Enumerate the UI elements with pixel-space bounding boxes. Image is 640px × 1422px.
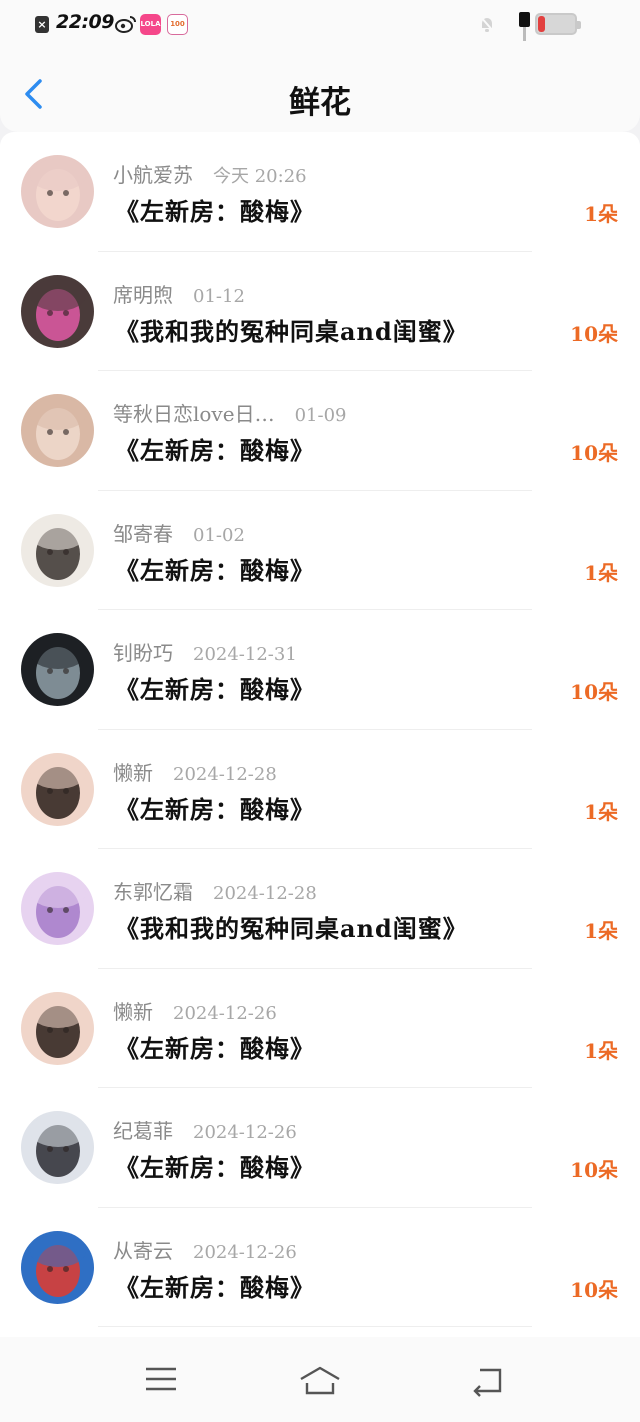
list-item[interactable]: 小航爱苏 今天 20:26 《左新房：酸梅》 1朵	[0, 132, 640, 252]
sender-meta: 从寄云 2024-12-26	[113, 1235, 297, 1264]
cartoon-group-avatar-icon[interactable]	[21, 1230, 94, 1304]
list-item[interactable]: 懒新 2024-12-26 《左新房：酸梅》 1朵	[0, 969, 640, 1088]
gift-date: 2024-12-28	[213, 883, 317, 904]
system-nav-bar	[0, 1337, 640, 1422]
water-drop-avatar-icon[interactable]	[21, 633, 94, 706]
flower-count: 10朵	[570, 441, 618, 465]
flower-gift-list: 小航爱苏 今天 20:26 《左新房：酸梅》 1朵 席明煦 01-12 《我和我的冤种同桌a…	[0, 132, 640, 1337]
weibo-icon	[115, 14, 137, 34]
app-100-icon: 100	[167, 14, 188, 35]
sender-name[interactable]: 席明煦	[113, 283, 173, 307]
sender-name[interactable]: 从寄云	[113, 1239, 173, 1263]
list-item[interactable]: 从寄云 2024-12-26 《左新房：酸梅》 10朵	[0, 1208, 640, 1327]
battery-icon	[535, 13, 581, 35]
battery-level	[538, 16, 545, 32]
sender-name[interactable]: 等秋日恋love日…	[113, 402, 275, 426]
row-divider	[98, 1326, 532, 1327]
work-title[interactable]: 《我和我的冤种同桌and闺蜜》	[115, 909, 468, 944]
sender-meta: 小航爱苏 今天 20:26	[113, 159, 307, 188]
app-lola-icon: LOLA	[140, 14, 161, 35]
gift-date: 01-09	[294, 405, 347, 426]
sender-name[interactable]: 东郭忆霜	[113, 880, 193, 904]
gift-date: 2024-12-28	[173, 763, 277, 785]
flower-count: 1朵	[584, 1038, 618, 1063]
list-item[interactable]: 纪葛菲 2024-12-26 《左新房：酸梅》 10朵	[0, 1088, 640, 1208]
work-title[interactable]: 《左新房：酸梅》	[115, 1029, 315, 1064]
flower-count: 1朵	[584, 919, 618, 943]
sender-name[interactable]: 懒新	[113, 1000, 153, 1024]
sender-meta: 懒新 2024-12-26	[113, 996, 277, 1025]
sender-name[interactable]: 小航爱苏	[113, 163, 193, 187]
sender-name[interactable]: 钊盼巧	[113, 641, 173, 665]
sender-meta: 席明煦 01-12	[113, 279, 245, 308]
gift-date: 今天 20:26	[213, 166, 307, 187]
flower-count: 10朵	[570, 1277, 618, 1302]
flower-count: 10朵	[570, 680, 618, 704]
sender-meta: 等秋日恋love日… 01-09	[113, 398, 346, 427]
flower-count: 1朵	[584, 202, 618, 226]
two-girls-avatar-icon[interactable]	[21, 394, 94, 467]
flower-count: 10朵	[570, 1158, 618, 1182]
gift-date: 2024-12-31	[193, 644, 297, 665]
sender-name[interactable]: 纪葛菲	[113, 1119, 173, 1143]
work-title[interactable]: 《左新房：酸梅》	[115, 1268, 315, 1303]
work-title[interactable]: 《左新房：酸梅》	[115, 790, 315, 825]
list-item[interactable]: 等秋日恋love日… 01-09 《左新房：酸梅》 10朵	[0, 371, 640, 491]
sender-meta: 东郭忆霜 2024-12-28	[113, 876, 317, 905]
sender-name[interactable]: 懒新	[113, 761, 153, 785]
list-item[interactable]: 东郭忆霜 2024-12-28 《我和我的冤种同桌and闺蜜》 1朵	[0, 849, 640, 969]
list-item[interactable]: 钊盼巧 2024-12-31 《左新房：酸梅》 10朵	[0, 610, 640, 730]
back-nav-icon[interactable]	[466, 1363, 510, 1397]
flower-count: 1朵	[584, 799, 618, 824]
page-title: 鲜花	[289, 85, 351, 121]
gift-date: 2024-12-26	[193, 1122, 297, 1143]
work-title[interactable]: 《左新房：酸梅》	[115, 431, 315, 466]
flower-count: 10朵	[570, 321, 618, 346]
menu-icon[interactable]	[139, 1363, 183, 1397]
sender-meta: 钊盼巧 2024-12-31	[113, 637, 297, 666]
work-title[interactable]: 《左新房：酸梅》	[115, 551, 315, 586]
sender-meta: 懒新 2024-12-28	[113, 757, 277, 786]
purple-anime-avatar-icon[interactable]	[21, 872, 94, 945]
page-header: 鲜花	[0, 50, 640, 132]
sender-meta: 纪葛菲 2024-12-26	[113, 1115, 297, 1144]
work-title[interactable]: 《左新房：酸梅》	[115, 670, 315, 705]
mute-bell-icon	[479, 15, 495, 33]
flower-count: 1朵	[584, 560, 618, 585]
face-closeup-avatar-icon[interactable]	[21, 752, 94, 826]
girl-portrait-avatar-icon[interactable]	[21, 1111, 94, 1184]
notification-close-icon: ×	[35, 16, 49, 33]
gift-date: 01-02	[193, 524, 245, 546]
work-title[interactable]: 《左新房：酸梅》	[115, 1148, 315, 1183]
gift-date: 2024-12-26	[193, 1241, 297, 1263]
face-closeup-avatar-icon[interactable]	[21, 991, 94, 1065]
ink-painting-avatar-icon[interactable]	[21, 513, 94, 587]
status-bar: × 22:09 LOLA 100	[0, 0, 640, 50]
sender-name[interactable]: 邹寄春	[113, 522, 173, 546]
gift-date: 2024-12-26	[173, 1002, 277, 1024]
charging-icon	[519, 8, 531, 41]
sender-meta: 邹寄春 01-02	[113, 518, 245, 547]
work-title[interactable]: 《我和我的冤种同桌and闺蜜》	[115, 312, 468, 347]
list-item[interactable]: 懒新 2024-12-28 《左新房：酸梅》 1朵	[0, 730, 640, 849]
gift-date: 01-12	[193, 285, 245, 307]
list-item[interactable]: 邹寄春 01-02 《左新房：酸梅》 1朵	[0, 491, 640, 610]
work-title[interactable]: 《左新房：酸梅》	[115, 192, 315, 227]
home-icon[interactable]	[298, 1363, 342, 1397]
list-item[interactable]: 席明煦 01-12 《我和我的冤种同桌and闺蜜》 10朵	[0, 252, 640, 371]
status-time: 22:09	[56, 11, 114, 33]
pink-car-avatar-icon[interactable]	[21, 274, 94, 348]
baby-photo-avatar-icon[interactable]	[21, 155, 94, 228]
